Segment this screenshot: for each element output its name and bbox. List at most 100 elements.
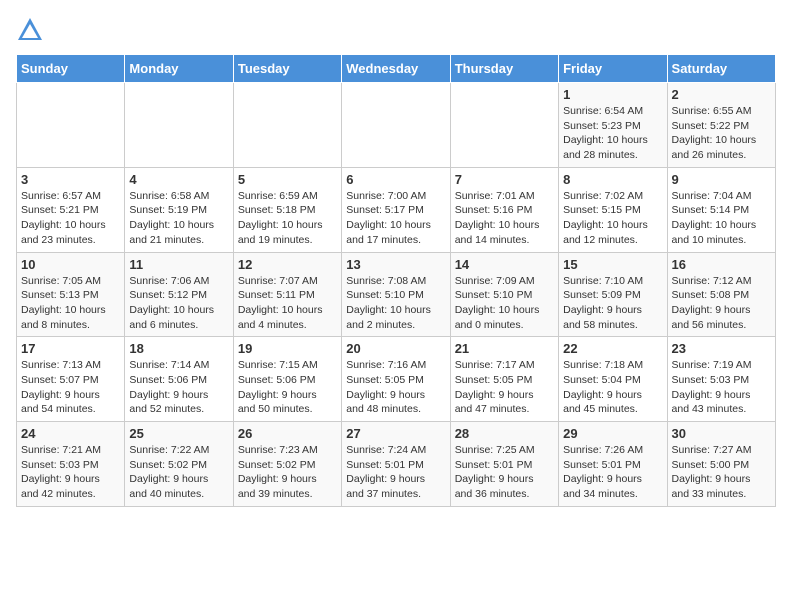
day-info: Sunrise: 7:23 AM Sunset: 5:02 PM Dayligh… <box>238 443 337 502</box>
logo <box>16 16 48 44</box>
day-number: 23 <box>672 341 771 356</box>
calendar-cell <box>125 83 233 168</box>
day-number: 20 <box>346 341 445 356</box>
calendar-cell <box>233 83 341 168</box>
calendar-cell: 24Sunrise: 7:21 AM Sunset: 5:03 PM Dayli… <box>17 422 125 507</box>
calendar-cell: 27 Sunrise: 7:24 AM Sunset: 5:01 PM Dayli… <box>342 422 450 507</box>
calendar-cell: 15Sunrise: 7:10 AM Sunset: 5:09 PM Dayli… <box>559 252 667 337</box>
calendar-cell: 19Sunrise: 7:15 AM Sunset: 5:06 PM Dayli… <box>233 337 341 422</box>
calendar-cell: 1 Sunrise: 6:54 AM Sunset: 5:23 PM Daylig… <box>559 83 667 168</box>
day-info: Sunrise: 6:55 AM Sunset: 5:22 PM Dayligh… <box>672 104 771 163</box>
day-number: 16 <box>672 257 771 272</box>
day-number: 4 <box>129 172 228 187</box>
calendar-header-row: SundayMondayTuesdayWednesdayThursdayFrid… <box>17 55 776 83</box>
day-info: Sunrise: 7:04 AM Sunset: 5:14 PM Dayligh… <box>672 189 771 248</box>
day-info: Sunrise: 7:13 AM Sunset: 5:07 PM Dayligh… <box>21 358 120 417</box>
day-info: Sunrise: 7:26 AM Sunset: 5:01 PM Dayligh… <box>563 443 662 502</box>
calendar-table: SundayMondayTuesdayWednesdayThursdayFrid… <box>16 54 776 507</box>
day-number: 21 <box>455 341 554 356</box>
day-info: Sunrise: 7:24 AM Sunset: 5:01 PM Dayligh… <box>346 443 445 502</box>
calendar-week-row: 24Sunrise: 7:21 AM Sunset: 5:03 PM Dayli… <box>17 422 776 507</box>
day-info: Sunrise: 7:10 AM Sunset: 5:09 PM Dayligh… <box>563 274 662 333</box>
calendar-cell: 13 Sunrise: 7:08 AM Sunset: 5:10 PM Dayli… <box>342 252 450 337</box>
day-number: 7 <box>455 172 554 187</box>
calendar-cell: 8 Sunrise: 7:02 AM Sunset: 5:15 PM Daylig… <box>559 167 667 252</box>
logo-icon <box>16 16 44 44</box>
day-info: Sunrise: 7:19 AM Sunset: 5:03 PM Dayligh… <box>672 358 771 417</box>
day-info: Sunrise: 7:16 AM Sunset: 5:05 PM Dayligh… <box>346 358 445 417</box>
day-info: Sunrise: 7:00 AM Sunset: 5:17 PM Dayligh… <box>346 189 445 248</box>
day-info: Sunrise: 7:07 AM Sunset: 5:11 PM Dayligh… <box>238 274 337 333</box>
day-number: 9 <box>672 172 771 187</box>
calendar-cell <box>17 83 125 168</box>
calendar-cell: 22Sunrise: 7:18 AM Sunset: 5:04 PM Dayli… <box>559 337 667 422</box>
day-number: 27 <box>346 426 445 441</box>
calendar-cell: 5Sunrise: 6:59 AM Sunset: 5:18 PM Daylig… <box>233 167 341 252</box>
day-number: 6 <box>346 172 445 187</box>
calendar-week-row: 10 Sunrise: 7:05 AM Sunset: 5:13 PM Dayli… <box>17 252 776 337</box>
day-info: Sunrise: 7:21 AM Sunset: 5:03 PM Dayligh… <box>21 443 120 502</box>
day-number: 14 <box>455 257 554 272</box>
calendar-cell: 10 Sunrise: 7:05 AM Sunset: 5:13 PM Dayli… <box>17 252 125 337</box>
calendar-cell: 2Sunrise: 6:55 AM Sunset: 5:22 PM Daylig… <box>667 83 775 168</box>
column-header-friday: Friday <box>559 55 667 83</box>
day-number: 17 <box>21 341 120 356</box>
day-info: Sunrise: 6:57 AM Sunset: 5:21 PM Dayligh… <box>21 189 120 248</box>
day-info: Sunrise: 7:08 AM Sunset: 5:10 PM Dayligh… <box>346 274 445 333</box>
column-header-tuesday: Tuesday <box>233 55 341 83</box>
day-info: Sunrise: 7:27 AM Sunset: 5:00 PM Dayligh… <box>672 443 771 502</box>
day-number: 11 <box>129 257 228 272</box>
day-info: Sunrise: 7:25 AM Sunset: 5:01 PM Dayligh… <box>455 443 554 502</box>
day-number: 5 <box>238 172 337 187</box>
calendar-cell: 26 Sunrise: 7:23 AM Sunset: 5:02 PM Dayli… <box>233 422 341 507</box>
page-header <box>16 16 776 44</box>
calendar-cell: 12Sunrise: 7:07 AM Sunset: 5:11 PM Dayli… <box>233 252 341 337</box>
calendar-cell: 16 Sunrise: 7:12 AM Sunset: 5:08 PM Dayli… <box>667 252 775 337</box>
calendar-week-row: 17 Sunrise: 7:13 AM Sunset: 5:07 PM Dayli… <box>17 337 776 422</box>
day-info: Sunrise: 7:15 AM Sunset: 5:06 PM Dayligh… <box>238 358 337 417</box>
day-info: Sunrise: 7:09 AM Sunset: 5:10 PM Dayligh… <box>455 274 554 333</box>
column-header-wednesday: Wednesday <box>342 55 450 83</box>
calendar-cell: 25Sunrise: 7:22 AM Sunset: 5:02 PM Dayli… <box>125 422 233 507</box>
calendar-cell: 14 Sunrise: 7:09 AM Sunset: 5:10 PM Dayli… <box>450 252 558 337</box>
day-info: Sunrise: 7:18 AM Sunset: 5:04 PM Dayligh… <box>563 358 662 417</box>
day-info: Sunrise: 7:17 AM Sunset: 5:05 PM Dayligh… <box>455 358 554 417</box>
calendar-cell: 3 Sunrise: 6:57 AM Sunset: 5:21 PM Daylig… <box>17 167 125 252</box>
column-header-sunday: Sunday <box>17 55 125 83</box>
day-number: 25 <box>129 426 228 441</box>
day-info: Sunrise: 7:12 AM Sunset: 5:08 PM Dayligh… <box>672 274 771 333</box>
calendar-cell: 20 Sunrise: 7:16 AM Sunset: 5:05 PM Dayli… <box>342 337 450 422</box>
day-number: 26 <box>238 426 337 441</box>
day-number: 3 <box>21 172 120 187</box>
calendar-cell: 30 Sunrise: 7:27 AM Sunset: 5:00 PM Dayli… <box>667 422 775 507</box>
calendar-cell: 11 Sunrise: 7:06 AM Sunset: 5:12 PM Dayli… <box>125 252 233 337</box>
day-number: 13 <box>346 257 445 272</box>
day-info: Sunrise: 7:06 AM Sunset: 5:12 PM Dayligh… <box>129 274 228 333</box>
calendar-cell: 4Sunrise: 6:58 AM Sunset: 5:19 PM Daylig… <box>125 167 233 252</box>
column-header-saturday: Saturday <box>667 55 775 83</box>
calendar-cell: 18 Sunrise: 7:14 AM Sunset: 5:06 PM Dayli… <box>125 337 233 422</box>
column-header-monday: Monday <box>125 55 233 83</box>
day-info: Sunrise: 6:54 AM Sunset: 5:23 PM Dayligh… <box>563 104 662 163</box>
day-number: 10 <box>21 257 120 272</box>
calendar-cell: 23 Sunrise: 7:19 AM Sunset: 5:03 PM Dayli… <box>667 337 775 422</box>
calendar-cell <box>450 83 558 168</box>
calendar-week-row: 1 Sunrise: 6:54 AM Sunset: 5:23 PM Daylig… <box>17 83 776 168</box>
day-info: Sunrise: 7:02 AM Sunset: 5:15 PM Dayligh… <box>563 189 662 248</box>
day-number: 1 <box>563 87 662 102</box>
day-info: Sunrise: 7:01 AM Sunset: 5:16 PM Dayligh… <box>455 189 554 248</box>
calendar-cell: 7 Sunrise: 7:01 AM Sunset: 5:16 PM Daylig… <box>450 167 558 252</box>
column-header-thursday: Thursday <box>450 55 558 83</box>
calendar-cell: 6 Sunrise: 7:00 AM Sunset: 5:17 PM Daylig… <box>342 167 450 252</box>
day-info: Sunrise: 7:05 AM Sunset: 5:13 PM Dayligh… <box>21 274 120 333</box>
day-info: Sunrise: 7:14 AM Sunset: 5:06 PM Dayligh… <box>129 358 228 417</box>
day-number: 30 <box>672 426 771 441</box>
day-number: 28 <box>455 426 554 441</box>
day-number: 18 <box>129 341 228 356</box>
day-number: 8 <box>563 172 662 187</box>
calendar-cell: 28 Sunrise: 7:25 AM Sunset: 5:01 PM Dayli… <box>450 422 558 507</box>
calendar-cell: 9 Sunrise: 7:04 AM Sunset: 5:14 PM Daylig… <box>667 167 775 252</box>
day-number: 29 <box>563 426 662 441</box>
calendar-cell: 17 Sunrise: 7:13 AM Sunset: 5:07 PM Dayli… <box>17 337 125 422</box>
calendar-cell: 21 Sunrise: 7:17 AM Sunset: 5:05 PM Dayli… <box>450 337 558 422</box>
